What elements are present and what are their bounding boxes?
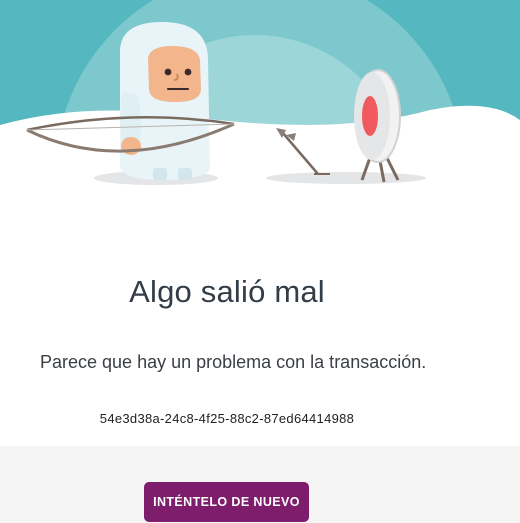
error-title: Algo salió mal [129,274,325,309]
error-page: Algo salió mal Parece que hay un problem… [0,0,520,523]
transaction-id: 54e3d38a-24c8-4f25-88c2-87ed64414988 [99,411,355,426]
retry-button[interactable]: INTÉNTELO DE NUEVO [144,482,309,522]
error-message: Parece que hay un problema con la transa… [40,352,427,372]
error-illustration [0,0,520,200]
